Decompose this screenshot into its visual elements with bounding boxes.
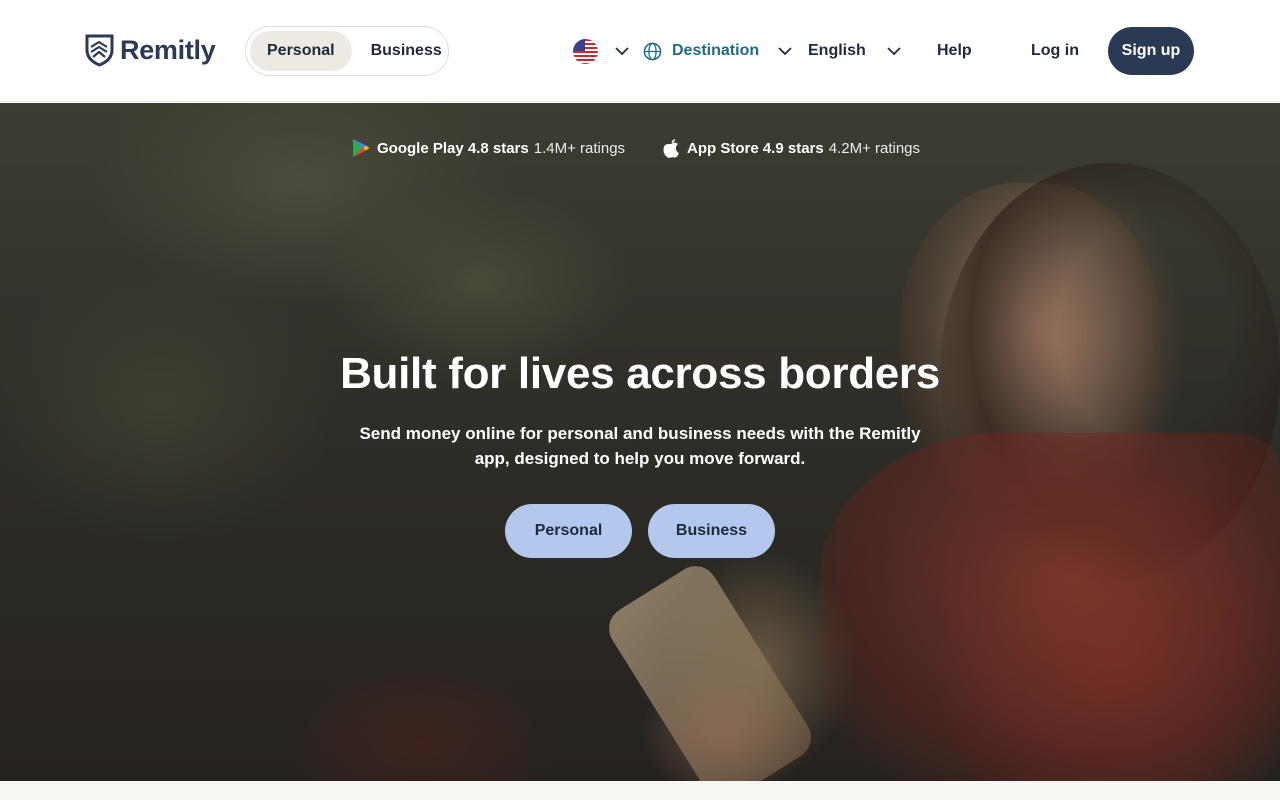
google-play-rating[interactable]: Google Play 4.8 stars 1.4M+ ratings xyxy=(352,137,625,159)
shield-logo-icon xyxy=(85,34,114,67)
app-store-rating[interactable]: App Store 4.9 stars 4.2M+ ratings xyxy=(662,137,920,159)
hero-section: Google Play 4.8 stars 1.4M+ ratings App … xyxy=(0,103,1280,781)
destination-selector[interactable]: Destination xyxy=(643,26,793,76)
app-store-score: App Store 4.9 stars xyxy=(687,139,824,157)
remitly-logo[interactable]: Remitly xyxy=(85,33,216,67)
google-play-icon xyxy=(353,139,370,157)
apple-icon xyxy=(663,139,679,158)
country-selector[interactable] xyxy=(573,26,630,76)
audience-toggle: Personal Business xyxy=(245,26,449,76)
help-link[interactable]: Help xyxy=(937,26,972,76)
brand-name: Remitly xyxy=(120,34,216,65)
language-selector[interactable]: English xyxy=(808,26,902,76)
hero-business-button[interactable]: Business xyxy=(648,504,775,558)
toggle-personal[interactable]: Personal xyxy=(250,31,352,71)
language-label: English xyxy=(808,42,866,59)
login-link[interactable]: Log in xyxy=(1031,26,1079,76)
site-header: Remitly Personal Business Destination En… xyxy=(0,0,1280,102)
destination-label: Destination xyxy=(672,42,760,59)
chevron-down-icon xyxy=(887,47,901,56)
chevron-down-icon xyxy=(778,47,792,56)
chevron-down-icon xyxy=(615,47,629,56)
us-flag-icon xyxy=(573,38,598,64)
app-store-count: 4.2M+ ratings xyxy=(828,139,921,157)
hero-personal-button[interactable]: Personal xyxy=(505,504,632,558)
next-section-edge xyxy=(0,781,1280,800)
google-play-score: Google Play 4.8 stars xyxy=(377,139,529,157)
hero-subtitle: Send money online for personal and busin… xyxy=(359,424,921,468)
globe-icon xyxy=(643,42,662,60)
signup-button[interactable]: Sign up xyxy=(1108,27,1194,75)
hero-title: Built for lives across borders xyxy=(340,349,940,398)
google-play-count: 1.4M+ ratings xyxy=(533,139,626,157)
toggle-business[interactable]: Business xyxy=(354,31,459,71)
